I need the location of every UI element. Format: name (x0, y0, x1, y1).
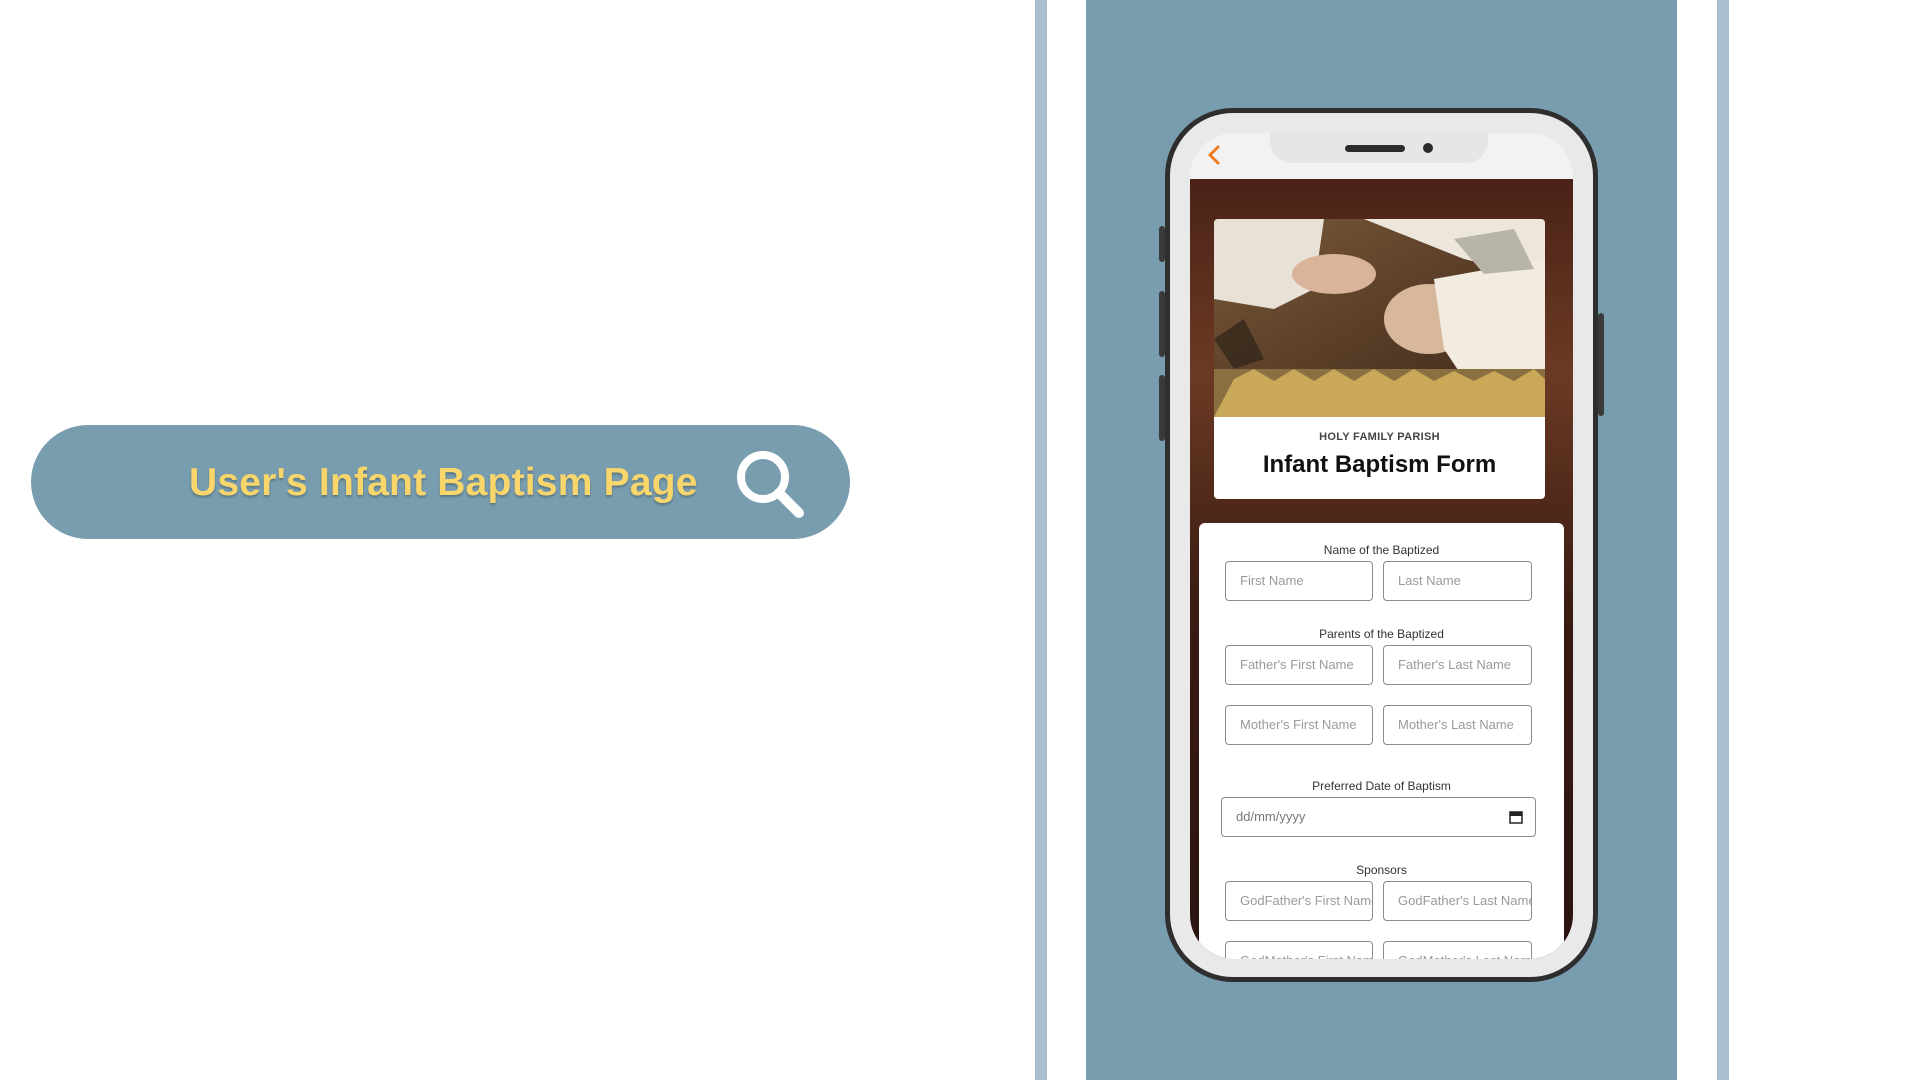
baptism-form: Name of the Baptized First Name Last Nam… (1199, 523, 1564, 959)
form-header-card: HOLY FAMILY PARISH Infant Baptism Form (1214, 219, 1545, 499)
search-icon (737, 451, 804, 518)
form-title: Infant Baptism Form (1262, 451, 1497, 478)
page-title-banner: User's Infant Baptism Page (31, 425, 850, 539)
date-placeholder: dd/mm/yyyy (1236, 809, 1306, 824)
phone-screen: HOLY FAMILY PARISH Infant Baptism Form N… (1190, 133, 1573, 959)
phone-mockup: HOLY FAMILY PARISH Infant Baptism Form N… (1159, 108, 1604, 982)
presentation-slide: User's Infant Baptism Page HOLY FAMILY P… (0, 0, 1920, 1080)
godfather-last-name-field[interactable]: GodFather's Last Name (1383, 881, 1532, 921)
phone-notch (1270, 133, 1488, 163)
sponsors-section-label: Sponsors (1356, 863, 1407, 877)
baptism-photo (1214, 219, 1545, 417)
speaker-grille (1345, 145, 1405, 152)
mother-first-name-field[interactable]: Mother's First Name (1225, 705, 1373, 745)
father-last-name-field[interactable]: Father's Last Name (1383, 645, 1532, 685)
godmother-last-name-field[interactable]: GodMother's Last Name (1383, 941, 1532, 959)
phone-mute-switch (1159, 226, 1165, 262)
first-name-field[interactable]: First Name (1225, 561, 1373, 601)
phone-power-button (1598, 313, 1604, 416)
phone-volume-up (1159, 291, 1165, 357)
parents-section-label: Parents of the Baptized (1319, 627, 1444, 641)
status-bar (1190, 133, 1573, 179)
phone-volume-down (1159, 375, 1165, 441)
father-first-name-field[interactable]: Father's First Name (1225, 645, 1373, 685)
chevron-left-icon[interactable] (1203, 143, 1225, 167)
last-name-field[interactable]: Last Name (1383, 561, 1532, 601)
mother-last-name-field[interactable]: Mother's Last Name (1383, 705, 1532, 745)
baptized-section-label: Name of the Baptized (1323, 543, 1440, 557)
godfather-first-name-field[interactable]: GodFather's First Name (1225, 881, 1373, 921)
parish-name: HOLY FAMILY PARISH (1319, 431, 1440, 443)
godmother-first-name-field[interactable]: GodMother's First Name (1225, 941, 1373, 959)
baptism-date-field[interactable]: dd/mm/yyyy (1221, 797, 1536, 837)
date-section-label: Preferred Date of Baptism (1312, 779, 1451, 793)
decorative-stripe-left (1035, 0, 1047, 1080)
calendar-icon[interactable] (1509, 810, 1523, 824)
front-camera (1423, 143, 1433, 153)
banner-title: User's Infant Baptism Page (189, 461, 698, 504)
decorative-stripe-right (1717, 0, 1729, 1080)
